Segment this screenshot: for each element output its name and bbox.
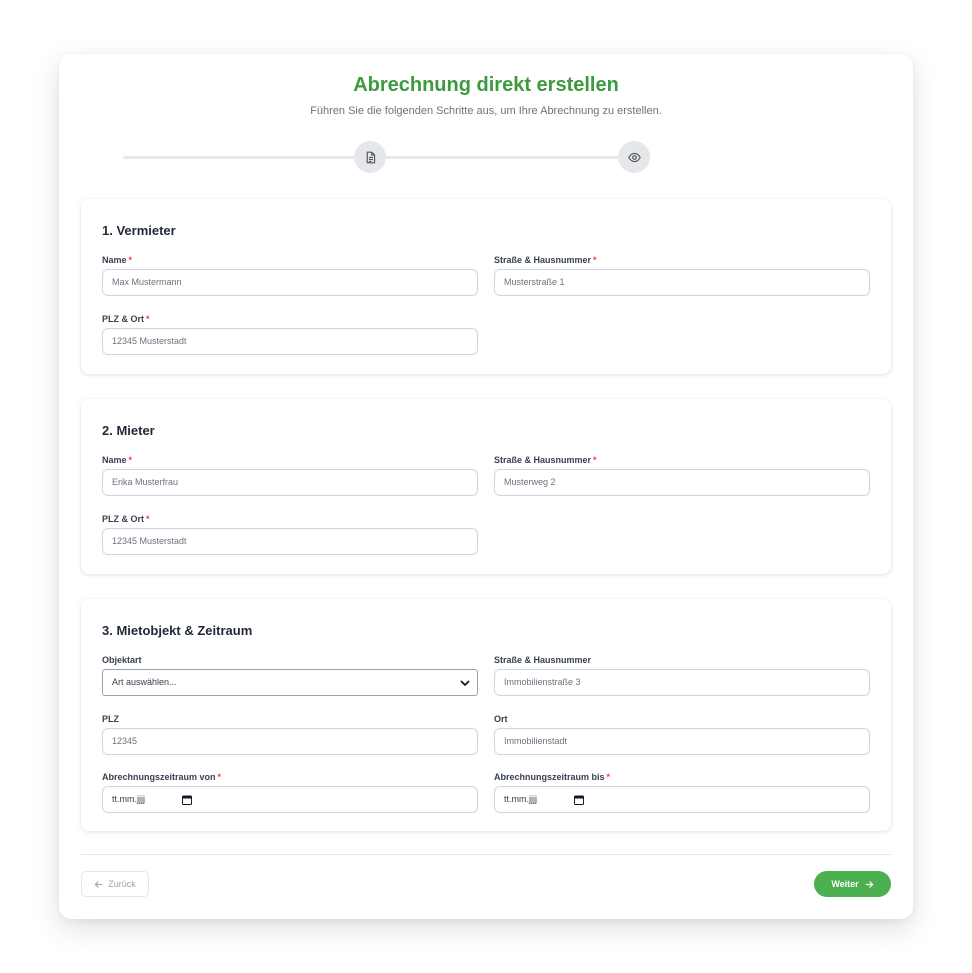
page-title: Abrechnung direkt erstellen bbox=[353, 74, 619, 96]
landlord-zip-city-input[interactable]: 12345 Musterstadt bbox=[102, 328, 478, 355]
property-city-input[interactable]: Immobilienstadt bbox=[494, 728, 870, 755]
field-label: Name bbox=[102, 255, 127, 265]
section-property: 3. Mietobjekt & Zeitraum Objektart Art a… bbox=[81, 599, 891, 831]
section-title: 3. Mietobjekt & Zeitraum bbox=[102, 623, 253, 638]
date-placeholder: tt.mm.jjjj bbox=[504, 794, 537, 804]
field-label: Ort bbox=[494, 714, 508, 724]
tenant-zip-city-input[interactable]: 12345 Musterstadt bbox=[102, 528, 478, 555]
section-title: 2. Mieter bbox=[102, 423, 155, 438]
field-label: Straße & Hausnummer bbox=[494, 455, 592, 465]
chevron-down-icon bbox=[460, 680, 470, 686]
calendar-icon[interactable] bbox=[574, 795, 584, 805]
section-title: 1. Vermieter bbox=[102, 223, 176, 238]
required-marker: * bbox=[217, 772, 222, 782]
period-from-date-input[interactable]: tt.mm.jjjj bbox=[102, 786, 478, 813]
calendar-icon[interactable] bbox=[182, 795, 192, 805]
field-label: Straße & Hausnummer bbox=[494, 655, 592, 665]
required-marker: * bbox=[128, 455, 133, 465]
required-marker: * bbox=[606, 772, 611, 782]
landlord-street-field: Straße & Hausnummer * Musterstraße 1 bbox=[494, 254, 870, 296]
arrow-right-icon bbox=[865, 880, 873, 888]
required-marker: * bbox=[146, 314, 150, 324]
property-street-field: Straße & Hausnummer Immobilienstraße 3 bbox=[494, 654, 870, 696]
tenant-zip-city-field: PLZ & Ort * 12345 Musterstadt bbox=[102, 513, 478, 555]
field-label: Name bbox=[102, 455, 127, 465]
next-button-label: Weiter bbox=[831, 879, 859, 889]
field-label: PLZ bbox=[102, 714, 119, 724]
arrow-left-icon bbox=[95, 880, 103, 888]
back-button[interactable]: Zurück bbox=[81, 871, 149, 897]
page-subtitle: Führen Sie die folgenden Schritte aus, u… bbox=[310, 105, 662, 117]
footer-divider bbox=[81, 854, 891, 855]
field-label: PLZ & Ort bbox=[102, 514, 144, 524]
field-label: Abrechnungszeitraum bis bbox=[494, 772, 605, 782]
field-label: Abrechnungszeitraum von bbox=[102, 772, 216, 782]
field-label: PLZ & Ort bbox=[102, 314, 144, 324]
section-tenant: 2. Mieter Name * Erika Musterfrau Straße … bbox=[81, 399, 891, 574]
next-button[interactable]: Weiter bbox=[814, 871, 891, 897]
period-from-field: Abrechnungszeitraum von * tt.mm.jjjj bbox=[102, 771, 478, 813]
property-type-select[interactable]: Art auswählen... bbox=[102, 669, 478, 696]
required-marker: * bbox=[128, 255, 133, 265]
step-preview[interactable] bbox=[618, 141, 650, 173]
progress-track bbox=[123, 156, 650, 159]
landlord-street-input[interactable]: Musterstraße 1 bbox=[494, 269, 870, 296]
date-placeholder: tt.mm.jjjj bbox=[112, 794, 145, 804]
property-city-field: Ort Immobilienstadt bbox=[494, 713, 870, 755]
landlord-zip-city-field: PLZ & Ort * 12345 Musterstadt bbox=[102, 313, 478, 355]
period-to-date-input[interactable]: tt.mm.jjjj bbox=[494, 786, 870, 813]
tenant-street-input[interactable]: Musterweg 2 bbox=[494, 469, 870, 496]
section-landlord: 1. Vermieter Name * Max Mustermann Straße… bbox=[81, 199, 891, 374]
field-label: Straße & Hausnummer bbox=[494, 255, 592, 265]
back-button-label: Zurück bbox=[108, 879, 136, 889]
required-marker: * bbox=[593, 455, 597, 465]
property-street-input[interactable]: Immobilienstraße 3 bbox=[494, 669, 870, 696]
document-icon bbox=[366, 151, 375, 163]
tenant-name-field: Name * Erika Musterfrau bbox=[102, 454, 478, 496]
property-zip-input[interactable]: 12345 bbox=[102, 728, 478, 755]
property-zip-field: PLZ 12345 bbox=[102, 713, 478, 755]
field-label: Objektart bbox=[102, 655, 142, 665]
tenant-name-input[interactable]: Erika Musterfrau bbox=[102, 469, 478, 496]
period-to-field: Abrechnungszeitraum bis * tt.mm.jjjj bbox=[494, 771, 870, 813]
required-marker: * bbox=[593, 255, 597, 265]
tenant-street-field: Straße & Hausnummer * Musterweg 2 bbox=[494, 454, 870, 496]
landlord-name-input[interactable]: Max Mustermann bbox=[102, 269, 478, 296]
form-card: Abrechnung direkt erstellen Führen Sie d… bbox=[59, 54, 913, 919]
eye-icon bbox=[627, 152, 641, 162]
property-type-field: Objektart Art auswählen... bbox=[102, 654, 478, 696]
step-details[interactable] bbox=[354, 141, 386, 173]
landlord-name-field: Name * Max Mustermann bbox=[102, 254, 478, 296]
select-value: Art auswählen... bbox=[112, 677, 177, 687]
required-marker: * bbox=[146, 514, 150, 524]
